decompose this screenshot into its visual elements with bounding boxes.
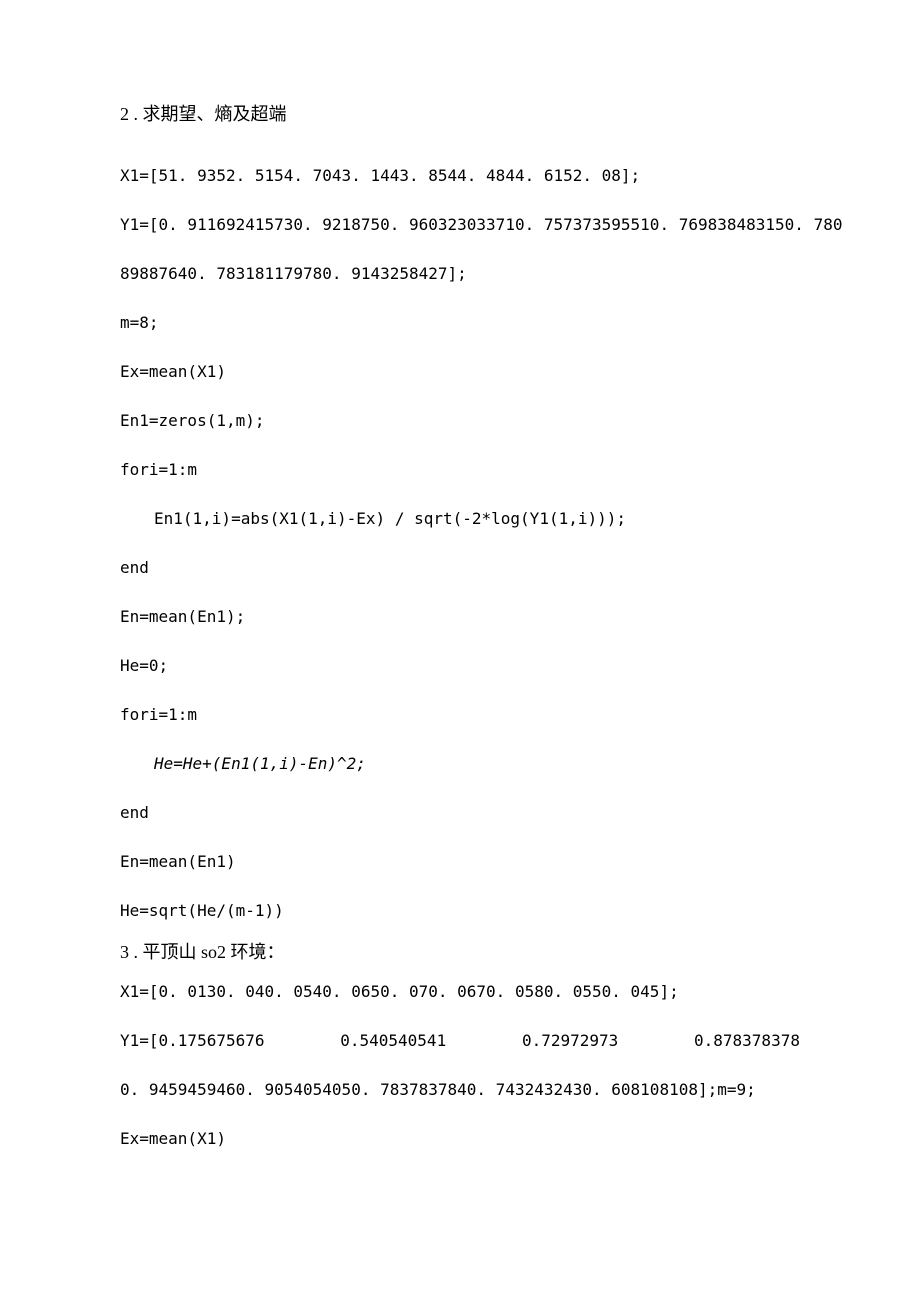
code-line: Y1=[0.175675676 0.540540541 0.72972973 0…	[120, 1031, 800, 1050]
code-line: Ex=mean(X1)	[120, 362, 800, 381]
section-heading-2: 2 . 求期望、熵及超端	[120, 100, 800, 126]
justify-part: Y1=[0.175675676	[120, 1031, 265, 1050]
code-line: end	[120, 803, 800, 822]
code-line: He=0;	[120, 656, 800, 675]
code-line: Y1=[0. 911692415730. 9218750. 9603230337…	[120, 215, 800, 234]
code-line: Ex=mean(X1)	[120, 1129, 800, 1148]
code-line: end	[120, 558, 800, 577]
document-page: 2 . 求期望、熵及超端 X1=[51. 9352. 5154. 7043. 1…	[0, 0, 920, 1258]
code-line: fori=1:m	[120, 705, 800, 724]
code-line: En1(1,i)=abs(X1(1,i)-Ex) / sqrt(-2*log(Y…	[120, 509, 800, 528]
code-line: 89887640. 783181179780. 9143258427];	[120, 264, 800, 283]
code-line: 0. 9459459460. 9054054050. 7837837840. 7…	[120, 1080, 800, 1099]
code-line: En=mean(En1)	[120, 852, 800, 871]
code-line: En=mean(En1);	[120, 607, 800, 626]
code-line: fori=1:m	[120, 460, 800, 479]
code-line: m=8;	[120, 313, 800, 332]
code-line: X1=[0. 0130. 040. 0540. 0650. 070. 0670.…	[120, 982, 800, 1001]
code-line: He=sqrt(He/(m-1))	[120, 901, 800, 920]
code-line: X1=[51. 9352. 5154. 7043. 1443. 8544. 48…	[120, 166, 800, 185]
code-line: He=He+(En1(1,i)-En)^2;	[120, 754, 800, 773]
justify-part: 0.878378378	[694, 1031, 800, 1050]
justify-part: 0.72972973	[522, 1031, 618, 1050]
code-line: En1=zeros(1,m);	[120, 411, 800, 430]
section-heading-3: 3 . 平顶山 so2 环境：	[120, 938, 800, 964]
justify-part: 0.540540541	[340, 1031, 446, 1050]
